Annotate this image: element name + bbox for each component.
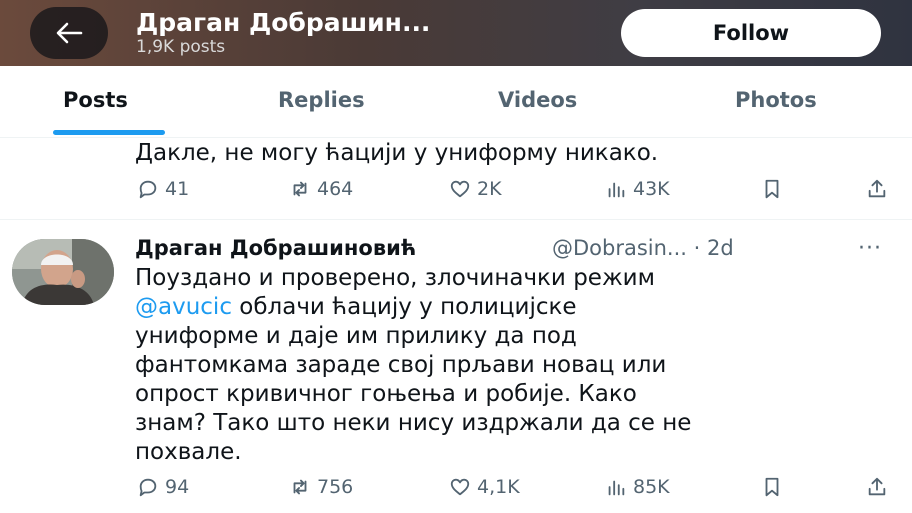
views-count: 85K bbox=[633, 476, 670, 498]
profile-tabs: Posts Replies Videos Photos bbox=[0, 66, 912, 138]
views-button[interactable]: 43K bbox=[605, 178, 670, 200]
arrow-left-icon bbox=[56, 22, 83, 44]
heart-icon bbox=[450, 478, 470, 496]
like-count: 2K bbox=[477, 178, 502, 200]
mention-link[interactable]: @avucic bbox=[135, 294, 232, 320]
active-tab-indicator bbox=[53, 130, 165, 135]
tweet-line: @avucic облачи ћацију у полицијске bbox=[135, 293, 905, 322]
repost-icon bbox=[293, 181, 307, 197]
tweet-time: · 2d bbox=[693, 236, 734, 260]
tab-replies[interactable]: Replies bbox=[278, 88, 365, 112]
bookmark-button[interactable] bbox=[761, 178, 783, 200]
tweet-line: опрост кривичног гоњења и робије. Како bbox=[135, 381, 637, 407]
profile-name-title: Драган Добрашин... bbox=[136, 8, 431, 37]
back-button[interactable] bbox=[30, 7, 108, 59]
bookmark-button[interactable] bbox=[761, 476, 783, 498]
repost-icon bbox=[293, 479, 307, 495]
tweet-text: Дакле, не могу ћацији у униформу никако. bbox=[135, 140, 659, 166]
views-chart-icon bbox=[608, 182, 625, 198]
bookmark-icon bbox=[765, 477, 779, 497]
share-icon bbox=[868, 477, 886, 496]
tweet-line: фантомкама зараде свој прљави новац или bbox=[135, 352, 667, 378]
share-icon bbox=[868, 179, 886, 198]
follow-button[interactable]: Follow bbox=[621, 9, 881, 57]
views-chart-icon bbox=[608, 480, 625, 496]
repost-count: 464 bbox=[317, 178, 354, 200]
author-handle-time[interactable]: @Dobrasin... · 2d bbox=[552, 236, 734, 260]
author-handle: @Dobrasin... bbox=[552, 236, 687, 260]
tweet-actions: 41 464 2K 43K bbox=[0, 178, 912, 208]
views-button[interactable]: 85K bbox=[605, 476, 670, 498]
tab-videos[interactable]: Videos bbox=[498, 88, 577, 112]
like-count: 4,1K bbox=[477, 476, 520, 498]
more-options-icon[interactable]: ··· bbox=[858, 236, 882, 261]
avatar[interactable] bbox=[12, 239, 114, 305]
reply-count: 94 bbox=[165, 476, 190, 498]
like-button[interactable]: 4,1K bbox=[449, 476, 520, 498]
repost-button[interactable]: 756 bbox=[289, 476, 353, 498]
bookmark-icon bbox=[765, 179, 779, 199]
tab-photos[interactable]: Photos bbox=[735, 88, 817, 112]
heart-icon bbox=[450, 180, 470, 198]
tweet-line: знам? Тако што неки нису издржали да се … bbox=[135, 410, 692, 436]
author-name[interactable]: Драган Добрашиновић bbox=[135, 236, 416, 260]
reply-icon bbox=[139, 478, 157, 497]
reply-icon bbox=[139, 180, 157, 199]
profile-header: Драган Добрашин... 1,9K posts Follow bbox=[0, 0, 912, 66]
views-count: 43K bbox=[633, 178, 670, 200]
tweet-line: униформе и даје им прилику да под bbox=[135, 323, 577, 349]
tweet-line: Поуздано и проверено, злочиначки режим bbox=[135, 265, 655, 291]
like-button[interactable]: 2K bbox=[449, 178, 502, 200]
reply-count: 41 bbox=[165, 178, 190, 200]
tweet-divider bbox=[0, 219, 912, 220]
profile-photo bbox=[12, 239, 114, 305]
tweet-line: похвале. bbox=[135, 439, 242, 465]
reply-button[interactable]: 41 bbox=[137, 178, 189, 200]
share-button[interactable] bbox=[866, 178, 888, 200]
share-button[interactable] bbox=[866, 476, 888, 498]
reply-button[interactable]: 94 bbox=[137, 476, 189, 498]
repost-count: 756 bbox=[317, 476, 354, 498]
tab-posts[interactable]: Posts bbox=[63, 88, 128, 112]
tweet-body: Поуздано и проверено, злочиначки режим @… bbox=[135, 264, 905, 467]
posts-count: 1,9K posts bbox=[136, 37, 226, 57]
tweet-actions: 94 756 4,1K 85K bbox=[0, 476, 912, 506]
repost-button[interactable]: 464 bbox=[289, 178, 353, 200]
tweet-line-rest: облачи ћацију у полицијске bbox=[231, 294, 577, 320]
